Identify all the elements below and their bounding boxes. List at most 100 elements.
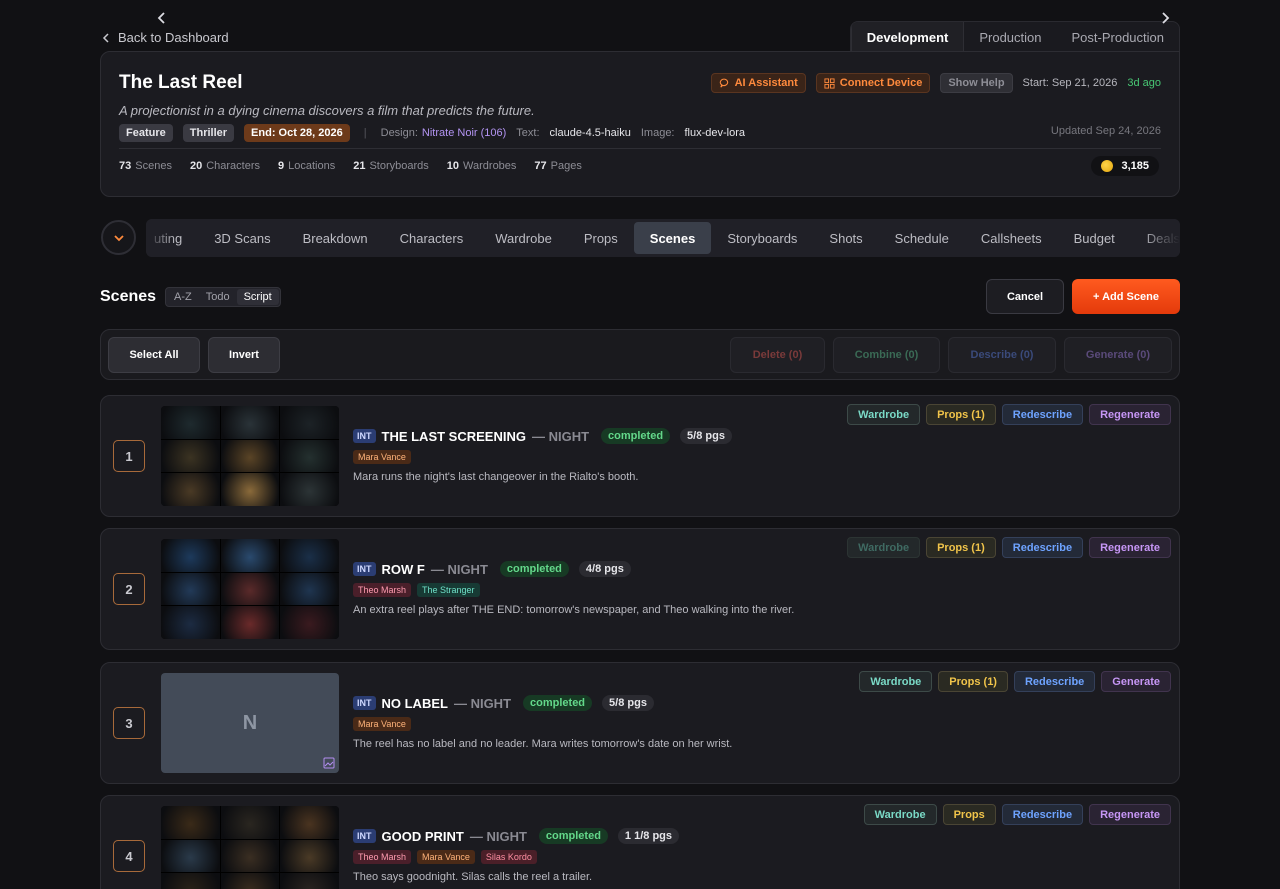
time-of-day: — NIGHT <box>430 561 488 577</box>
tab-props[interactable]: Props <box>568 222 634 254</box>
design-value[interactable]: Nitrate Noir (106) <box>422 127 506 139</box>
tab-budget[interactable]: Budget <box>1058 222 1131 254</box>
project-stats: 73 Scenes 20 Characters 9 Locations 21 Story… <box>119 160 582 172</box>
tag-chip[interactable]: Feature <box>119 124 173 142</box>
tab-fade-right <box>1140 219 1180 257</box>
end-date-chip[interactable]: End: Oct 28, 2026 <box>244 124 350 142</box>
phase-tab-production[interactable]: Production <box>964 22 1056 52</box>
wardrobe-button[interactable]: Wardrobe <box>863 804 937 825</box>
invert-button[interactable]: Invert <box>208 337 280 373</box>
redescribe-button[interactable]: Redescribe <box>1001 804 1084 825</box>
combine-button[interactable]: Combine (0) <box>833 337 940 373</box>
tab-schedule[interactable]: Schedule <box>879 222 965 254</box>
character-chip[interactable]: The Stranger <box>417 583 480 597</box>
character-chip[interactable]: Mara Vance <box>353 450 411 464</box>
scene-characters: Theo Marsh The Stranger <box>353 583 480 597</box>
storyboard-frame <box>280 439 339 473</box>
storyboard-frame <box>161 873 220 889</box>
wardrobe-button[interactable]: Wardrobe <box>847 404 921 425</box>
tab-fade-left <box>146 219 176 257</box>
stat-pages: 77 Pages <box>534 160 582 172</box>
scene-number[interactable]: 3 <box>113 707 145 739</box>
scene-row[interactable]: 3 N INT NO LABEL — NIGHT completed 5/8 pgs Mara… <box>100 662 1180 784</box>
delete-button[interactable]: Delete (0) <box>730 337 825 373</box>
redescribe-button[interactable]: Redescribe <box>1001 537 1084 558</box>
text-label: Text: <box>516 127 540 139</box>
storyboard-frame <box>280 806 339 839</box>
generate-button[interactable]: Generate (0) <box>1064 337 1172 373</box>
scroll-left-icon[interactable] <box>154 10 170 26</box>
scene-number[interactable]: 2 <box>113 573 145 605</box>
character-chip[interactable]: Theo Marsh <box>353 850 412 864</box>
back-to-dashboard-link[interactable]: Back to Dashboard <box>100 30 229 45</box>
tab-breakdown[interactable]: Breakdown <box>287 222 384 254</box>
tab-characters[interactable]: Characters <box>384 222 480 254</box>
describe-button[interactable]: Describe (0) <box>948 337 1056 373</box>
cancel-button[interactable]: Cancel <box>986 279 1064 314</box>
stat-wardrobes: 10 Wardrobes <box>446 160 517 172</box>
scroll-right-icon[interactable] <box>1157 10 1173 26</box>
storyboard-frame <box>280 873 339 889</box>
chevron-down-icon <box>113 234 124 241</box>
scene-thumbnail[interactable] <box>161 406 339 506</box>
connect-device-button[interactable]: Connect Device <box>815 73 931 93</box>
sort-az[interactable]: A-Z <box>167 289 199 305</box>
tab-shots[interactable]: Shots <box>813 222 878 254</box>
scene-number[interactable]: 4 <box>113 840 145 872</box>
stat-scenes: 73 Scenes <box>119 160 172 172</box>
scene-thumbnail[interactable] <box>161 539 339 639</box>
scene-thumbnail-placeholder[interactable]: N <box>161 673 339 773</box>
regenerate-button[interactable]: Regenerate <box>1089 537 1171 558</box>
section-tab-strip: uting3D ScansBreakdownCharactersWardrobe… <box>146 219 1180 257</box>
storyboard-frame <box>220 806 280 839</box>
phase-tab-development[interactable]: Development <box>850 22 965 52</box>
storyboard-frame <box>280 539 339 572</box>
regenerate-button[interactable]: Regenerate <box>1089 404 1171 425</box>
scenes-title: Scenes <box>100 288 157 305</box>
redescribe-button[interactable]: Redescribe <box>1013 671 1096 692</box>
int-badge: INT <box>353 829 376 843</box>
storyboard-frame <box>280 406 339 439</box>
tag-chip[interactable]: Thriller <box>182 124 235 142</box>
props-button[interactable]: Props (1) <box>938 671 1008 692</box>
regenerate-button[interactable]: Regenerate <box>1089 804 1171 825</box>
tab-3d-scans[interactable]: 3D Scans <box>198 222 286 254</box>
storyboard-frame <box>161 606 220 639</box>
storyboard-frame <box>220 839 280 873</box>
show-help-button[interactable]: Show Help <box>940 73 1013 93</box>
tab-scenes[interactable]: Scenes <box>633 222 712 254</box>
scene-description: Theo says goodnight. Silas calls the ree… <box>353 871 593 883</box>
redescribe-button[interactable]: Redescribe <box>1001 404 1084 425</box>
ai-assistant-button[interactable]: AI Assistant <box>710 73 806 93</box>
character-chip[interactable]: Silas Kordo <box>480 850 537 864</box>
scene-row[interactable]: 2 INT ROW F — NIGHT completed 4/8 pgs Theo Mar… <box>100 528 1180 650</box>
sort-script[interactable]: Script <box>236 289 279 305</box>
scene-row[interactable]: 1 INT THE LAST SCREENING — NIGHT completed 5/… <box>100 395 1180 517</box>
tab-callsheets[interactable]: Callsheets <box>965 222 1058 254</box>
wardrobe-button[interactable]: Wardrobe <box>859 671 933 692</box>
image-icon[interactable] <box>323 757 335 769</box>
credits-badge[interactable]: 3,185 <box>1091 156 1159 176</box>
add-scene-button[interactable]: + Add Scene <box>1072 279 1180 314</box>
character-chip[interactable]: Theo Marsh <box>353 583 412 597</box>
phase-tab-post-production[interactable]: Post-Production <box>1057 22 1179 52</box>
wardrobe-button[interactable]: Wardrobe <box>847 537 921 558</box>
scene-characters: Mara Vance <box>353 450 411 464</box>
props-button[interactable]: Props (1) <box>926 404 996 425</box>
credits-value: 3,185 <box>1121 160 1149 172</box>
props-button[interactable]: Props (1) <box>926 537 996 558</box>
scene-row[interactable]: 4 INT GOOD PRINT — NIGHT completed 1 1/8 pgs T… <box>100 795 1180 889</box>
tab-wardrobe[interactable]: Wardrobe <box>479 222 568 254</box>
props-button[interactable]: Props <box>942 804 996 825</box>
regenerate-button[interactable]: Generate <box>1101 671 1171 692</box>
select-all-button[interactable]: Select All <box>108 337 200 373</box>
storyboard-frame <box>161 806 220 839</box>
scene-number[interactable]: 1 <box>113 440 145 472</box>
scene-thumbnail[interactable] <box>161 806 339 889</box>
character-chip[interactable]: Mara Vance <box>417 850 475 864</box>
storyboard-frame <box>161 439 220 473</box>
collapse-toggle-button[interactable] <box>101 220 136 255</box>
character-chip[interactable]: Mara Vance <box>353 717 411 731</box>
tab-storyboards[interactable]: Storyboards <box>711 222 813 254</box>
sort-todo[interactable]: Todo <box>199 289 237 305</box>
